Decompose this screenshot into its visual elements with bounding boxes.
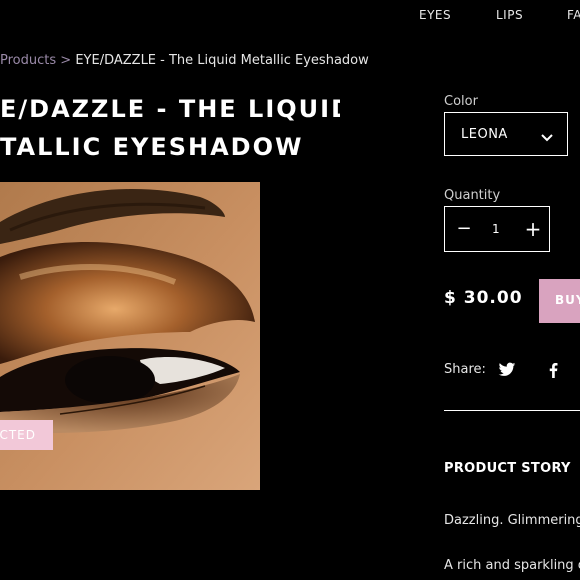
- breadcrumb: Products > EYE/DAZZLE - The Liquid Metal…: [0, 53, 369, 68]
- nav-item-lips[interactable]: LIPS: [496, 8, 523, 22]
- product-story-paragraph-1: Dazzling. Glimmering.: [444, 513, 580, 528]
- nav-item-face[interactable]: FA: [567, 8, 580, 22]
- quantity-stepper: − 1 +: [444, 206, 550, 252]
- buy-now-button[interactable]: BUY: [539, 279, 580, 323]
- product-title: E/DAZZLE - THE LIQUID TALLIC EYESHADOW: [0, 90, 340, 166]
- quantity-label: Quantity: [444, 188, 501, 203]
- sale-badge: CTED: [0, 420, 53, 450]
- twitter-icon[interactable]: [498, 362, 516, 382]
- color-select[interactable]: LEONA: [444, 112, 568, 156]
- breadcrumb-separator: >: [60, 53, 72, 68]
- share-label: Share:: [444, 362, 486, 377]
- product-story-heading: PRODUCT STORY: [444, 461, 571, 476]
- divider: [444, 410, 580, 411]
- product-story-paragraph-2: A rich and sparkling co: [444, 558, 580, 573]
- product-price: $ 30.00: [444, 288, 523, 308]
- quantity-increment-button[interactable]: +: [523, 217, 543, 241]
- color-label: Color: [444, 94, 478, 109]
- buy-now-label: BUY: [555, 293, 580, 307]
- color-select-value: LEONA: [461, 127, 508, 142]
- quantity-input[interactable]: 1: [492, 222, 500, 236]
- product-title-line-1: E/DAZZLE - THE LIQUID: [0, 95, 340, 123]
- chevron-down-icon: [541, 128, 553, 147]
- nav-item-eyes[interactable]: EYES: [419, 8, 451, 22]
- facebook-icon[interactable]: [549, 363, 558, 382]
- breadcrumb-link-products[interactable]: Products: [0, 53, 56, 68]
- quantity-decrement-button[interactable]: −: [454, 218, 474, 240]
- breadcrumb-current: EYE/DAZZLE - The Liquid Metallic Eyeshad…: [75, 53, 369, 68]
- sale-badge-label: CTED: [0, 428, 36, 442]
- product-title-line-2: TALLIC EYESHADOW: [0, 133, 304, 161]
